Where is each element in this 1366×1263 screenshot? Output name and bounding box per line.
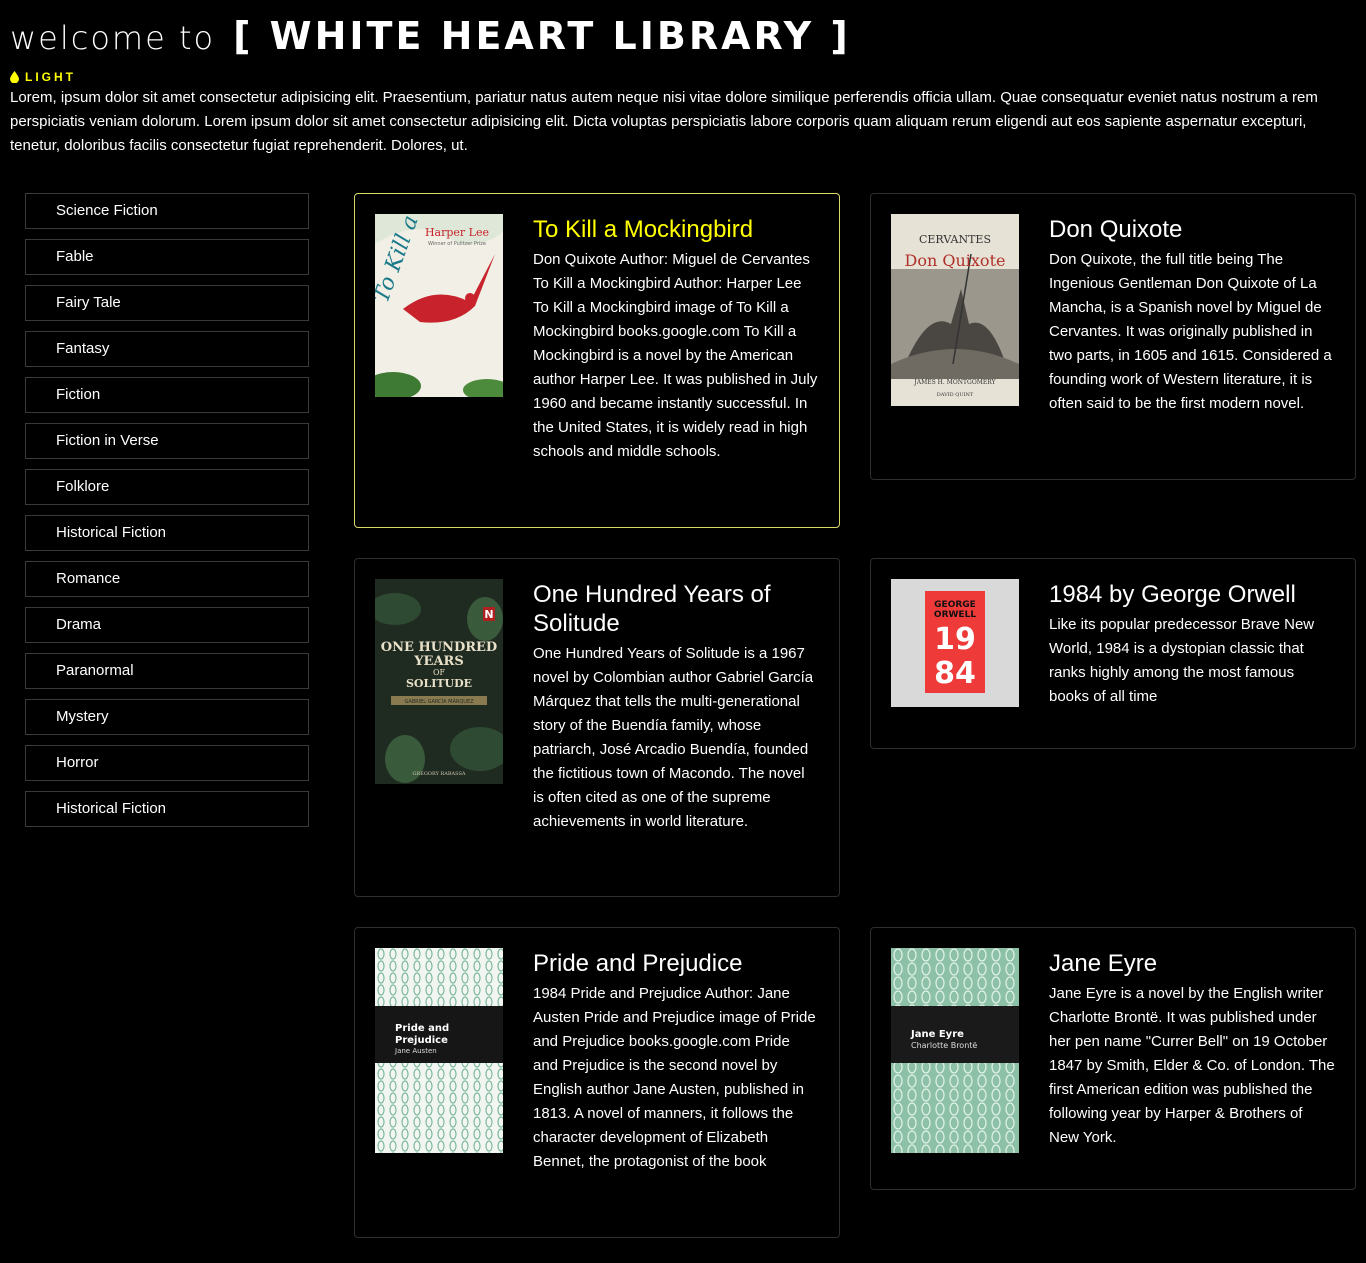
- cover-title-line1: Pride and: [395, 1023, 449, 1034]
- cover-top-number: 19: [934, 622, 976, 657]
- book-description: 1984 Pride and Prejudice Author: Jane Au…: [533, 985, 816, 1170]
- sidebar-item-fiction[interactable]: Fiction: [25, 377, 309, 413]
- cover-author1-text: GEORGE: [934, 600, 976, 610]
- welcome-text: welcome to: [10, 19, 216, 57]
- book-title[interactable]: 1984 by George Orwell: [1049, 580, 1335, 609]
- library-title: [ WHITE HEART LIBRARY ]: [233, 14, 851, 58]
- book-title[interactable]: Don Quixote: [1049, 215, 1335, 244]
- cover-title-line4: SOLITUDE: [406, 677, 472, 690]
- book-cover-jane-eyre: Jane Eyre Charlotte Brontë: [891, 948, 1019, 1153]
- book-description: Like its popular predecessor Brave New W…: [1049, 616, 1315, 705]
- cover-script-text: Don Quixote: [905, 251, 1006, 270]
- cover-title-line1: ONE HUNDRED: [381, 640, 497, 655]
- cover-badge-text: N: [484, 608, 493, 621]
- cover-author2-text: ORWELL: [934, 610, 976, 620]
- cover-credit-text: JAMES H. MONTGOMERY: [913, 379, 996, 386]
- cover-author-text: Jane Austen: [394, 1047, 437, 1055]
- sidebar-item-paranormal[interactable]: Paranormal: [25, 653, 309, 689]
- book-cover-solitude: N ONE HUNDRED YEARS OF SOLITUDE GABRIEL …: [375, 579, 503, 784]
- book-description: Don Quixote, the full title being The In…: [1049, 251, 1332, 412]
- sidebar-item-fable[interactable]: Fable: [25, 239, 309, 275]
- book-card-1984[interactable]: GEORGE ORWELL 19 84 1984 by George Orwel…: [870, 558, 1356, 749]
- book-title[interactable]: Pride and Prejudice: [533, 949, 819, 978]
- sidebar-item-fairy-tale[interactable]: Fairy Tale: [25, 285, 309, 321]
- sidebar-item-historical-fiction[interactable]: Historical Fiction: [25, 515, 309, 551]
- sidebar-item-folklore[interactable]: Folklore: [25, 469, 309, 505]
- sidebar-item-romance[interactable]: Romance: [25, 561, 309, 597]
- book-cover-don-quixote: CERVANTES Don Quixote JAMES H. MONTGOMER…: [891, 214, 1019, 406]
- cover-author-text: CERVANTES: [919, 233, 991, 246]
- sidebar-item-drama[interactable]: Drama: [25, 607, 309, 643]
- sidebar-item-historical-fiction-2[interactable]: Historical Fiction: [25, 791, 309, 827]
- book-card-pride-prejudice[interactable]: Pride and Prejudice Jane Austen Pride an…: [354, 927, 840, 1238]
- title-row: welcome to [ WHITE HEART LIBRARY ]: [10, 14, 1360, 62]
- book-title[interactable]: To Kill a Mockingbird: [533, 215, 819, 244]
- book-description: One Hundred Years of Solitude is a 1967 …: [533, 645, 814, 830]
- sidebar-item-horror[interactable]: Horror: [25, 745, 309, 781]
- cover-bottom-number: 84: [934, 656, 976, 691]
- cover-author-text: Harper Lee: [425, 226, 489, 239]
- cover-title-line1: Jane Eyre: [910, 1029, 964, 1040]
- book-cover-mockingbird: Harper Lee Winner of Pulitzer Prize To K…: [375, 214, 503, 397]
- book-cover-1984: GEORGE ORWELL 19 84: [891, 579, 1019, 707]
- intro-paragraph: Lorem, ipsum dolor sit amet consectetur …: [10, 89, 1318, 154]
- light-mode-toggle[interactable]: LIGHT: [10, 70, 90, 84]
- book-description: Jane Eyre is a novel by the English writ…: [1049, 985, 1335, 1146]
- page-header: welcome to [ WHITE HEART LIBRARY ] LIGHT…: [10, 14, 1360, 158]
- book-cover-pride-prejudice: Pride and Prejudice Jane Austen: [375, 948, 503, 1153]
- cover-title-line3: OF: [433, 668, 446, 677]
- cover-tagline-text: Winner of Pulitzer Prize: [428, 241, 486, 247]
- cover-title-line2: Prejudice: [395, 1035, 448, 1046]
- book-description: Don Quixote Author: Miguel de Cervantes …: [533, 251, 818, 460]
- cover-author-text: GABRIEL GARCÍA MÁRQUEZ: [404, 698, 474, 705]
- cover-credit-text: GREGORY RABASSA: [412, 771, 465, 777]
- sidebar-item-fiction-in-verse[interactable]: Fiction in Verse: [25, 423, 309, 459]
- book-card-mockingbird[interactable]: Harper Lee Winner of Pulitzer Prize To K…: [354, 193, 840, 528]
- cover-credit2-text: DAVID QUINT: [937, 392, 974, 398]
- book-title[interactable]: Jane Eyre: [1049, 949, 1335, 978]
- book-card-don-quixote[interactable]: CERVANTES Don Quixote JAMES H. MONTGOMER…: [870, 193, 1356, 480]
- book-card-jane-eyre[interactable]: Jane Eyre Charlotte Brontë Jane Eyre Jan…: [870, 927, 1356, 1190]
- sidebar-item-science-fiction[interactable]: Science Fiction: [25, 193, 309, 229]
- book-card-solitude[interactable]: N ONE HUNDRED YEARS OF SOLITUDE GABRIEL …: [354, 558, 840, 897]
- book-title[interactable]: One Hundred Years of Solitude: [533, 580, 819, 638]
- drop-icon: [10, 71, 19, 83]
- genre-sidebar: Science Fiction Fable Fairy Tale Fantasy…: [25, 193, 309, 837]
- sidebar-item-fantasy[interactable]: Fantasy: [25, 331, 309, 367]
- cover-title-line2: YEARS: [413, 654, 463, 669]
- sidebar-item-mystery[interactable]: Mystery: [25, 699, 309, 735]
- light-toggle-label: LIGHT: [25, 70, 76, 84]
- cover-author-text: Charlotte Brontë: [911, 1041, 977, 1050]
